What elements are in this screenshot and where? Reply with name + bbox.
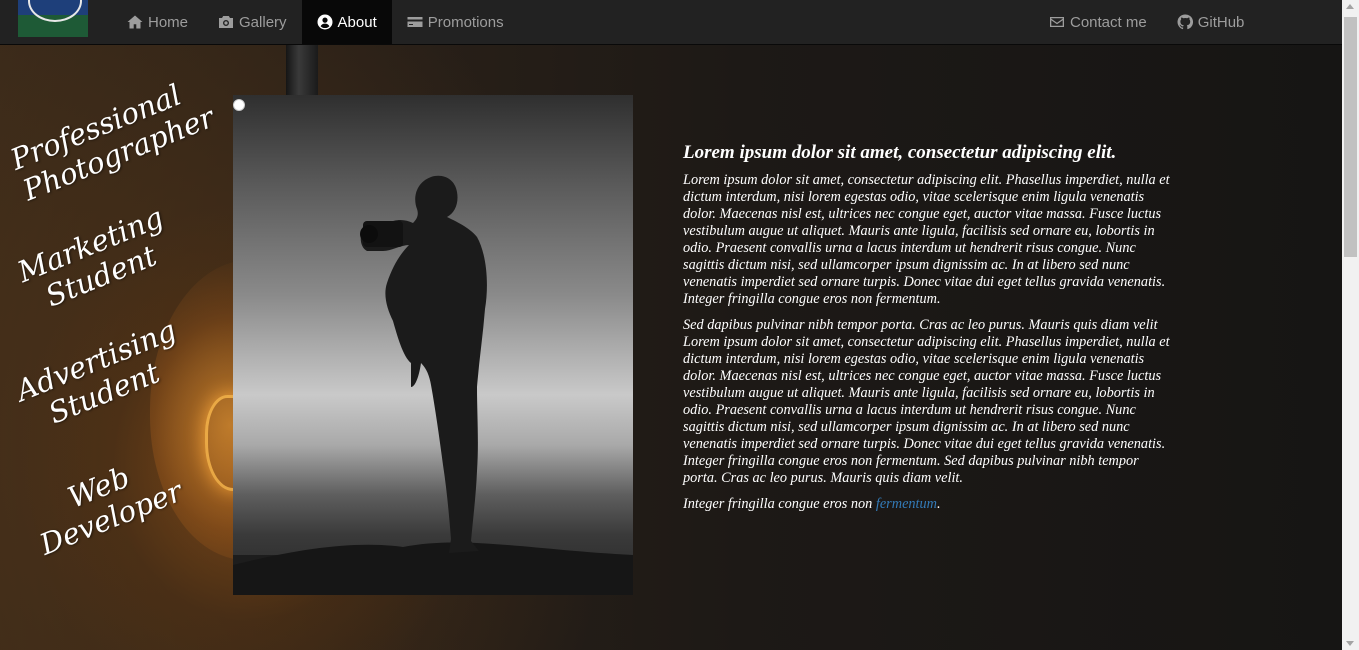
photographer-silhouette	[233, 175, 633, 595]
nav-promotions-label: Promotions	[427, 13, 504, 31]
navbar: Home Gallery About Promotions Contact me…	[0, 0, 1342, 45]
article-paragraph-3: Integer fringilla congue eros non fermen…	[683, 496, 1173, 513]
envelope-icon	[1050, 17, 1064, 27]
nav-item-gallery[interactable]: Gallery	[203, 0, 302, 44]
photographer-photo	[233, 95, 633, 595]
article-paragraph-2: Sed dapibus pulvinar nibh tempor porta. …	[683, 317, 1170, 486]
article-heading: Lorem ipsum dolor sit amet, consectetur …	[683, 142, 1117, 163]
article-paragraph-1: Lorem ipsum dolor sit amet, consectetur …	[683, 172, 1170, 307]
scroll-up-arrow-icon[interactable]	[1346, 4, 1354, 9]
nav-github-label: GitHub	[1197, 13, 1245, 31]
nav-about-label: About	[337, 13, 377, 31]
github-icon	[1177, 14, 1193, 30]
brand-logo[interactable]	[18, 0, 88, 37]
page-scrollbar[interactable]	[1342, 0, 1359, 650]
scrollbar-thumb[interactable]	[1344, 17, 1357, 257]
scroll-down-arrow-icon[interactable]	[1346, 641, 1354, 646]
logo-arc	[28, 0, 82, 22]
nav-item-about[interactable]: About	[301, 0, 392, 44]
about-article: Lorem ipsum dolor sit amet, consectetur …	[683, 142, 1173, 522]
nav-item-promotions[interactable]: Promotions	[392, 0, 519, 44]
home-icon	[127, 15, 143, 29]
nav-right: Contact me GitHub	[1034, 0, 1259, 44]
credit-card-icon	[407, 17, 423, 27]
nav-gallery-label: Gallery	[239, 13, 287, 31]
nav-left: Home Gallery About Promotions	[112, 0, 519, 44]
fermentum-link[interactable]: fermentum	[876, 496, 937, 512]
camera-icon	[219, 16, 234, 28]
article-paragraph-3-text: Integer fringilla congue eros non	[683, 496, 876, 512]
nav-item-contact[interactable]: Contact me	[1034, 0, 1162, 44]
nav-contact-label: Contact me	[1070, 13, 1147, 31]
nav-home-label: Home	[148, 13, 189, 31]
photo-radio-indicator[interactable]	[233, 99, 245, 111]
user-circle-icon	[317, 14, 333, 30]
nav-item-home[interactable]: Home	[112, 0, 203, 44]
article-paragraph-3-end: .	[937, 496, 941, 512]
nav-item-github[interactable]: GitHub	[1162, 0, 1260, 44]
